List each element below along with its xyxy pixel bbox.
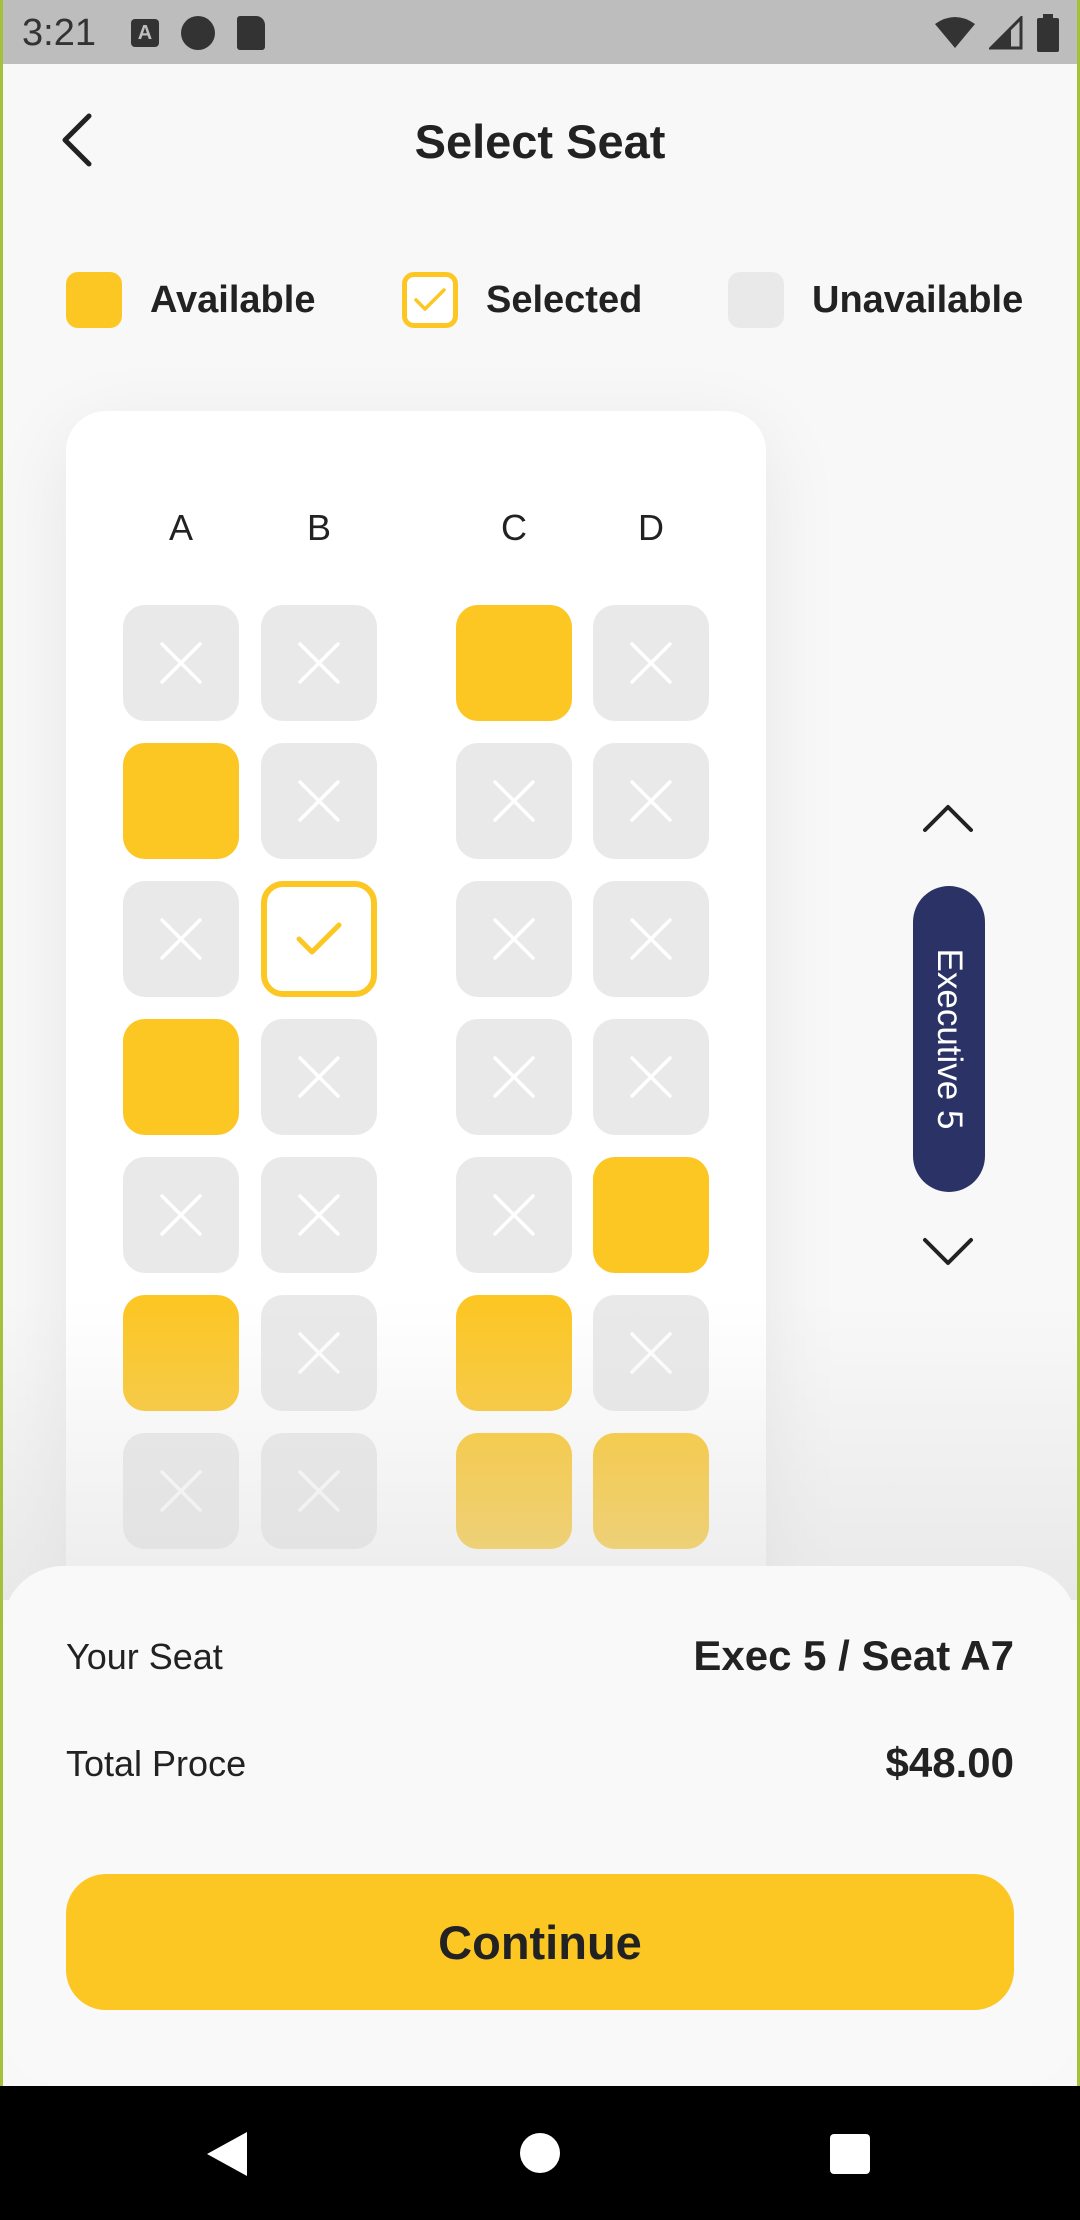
seat-a4[interactable]	[123, 1019, 239, 1135]
x-icon	[298, 642, 340, 684]
coach-up-button[interactable]	[920, 798, 976, 838]
legend-swatch-unavailable	[728, 272, 784, 328]
column-label-a: A	[168, 507, 193, 548]
coach-label: Executive 5	[930, 948, 969, 1130]
column-label-c: C	[501, 507, 527, 548]
seat-map-card: A B C D	[66, 411, 766, 1611]
seat-d4[interactable]	[593, 1019, 709, 1135]
legend-label: Available	[150, 278, 316, 321]
seat-value: Exec 5 / Seat A7	[693, 1632, 1014, 1679]
nav-recents-button[interactable]	[829, 2133, 871, 2180]
seat-b4[interactable]	[261, 1019, 377, 1135]
seat-b2[interactable]	[261, 743, 377, 859]
x-icon	[493, 918, 535, 960]
sd-card-icon	[237, 16, 265, 50]
column-label-b: B	[306, 507, 331, 548]
legend-unavailable: Unavailable	[728, 272, 1023, 328]
nav-back-button[interactable]	[205, 2130, 249, 2183]
x-icon	[493, 1056, 535, 1098]
header: Select Seat	[3, 64, 1077, 224]
coach-pill[interactable]: Executive 5	[913, 886, 985, 1192]
seat-d1[interactable]	[593, 605, 709, 721]
x-icon	[298, 1194, 340, 1236]
column-label-d: D	[638, 507, 664, 548]
continue-button[interactable]: Continue	[66, 1874, 1014, 2010]
seat-b7[interactable]	[261, 1433, 377, 1549]
check-icon	[414, 288, 446, 311]
seat-d7[interactable]	[593, 1433, 709, 1549]
booking-summary-sheet: Your Seat Exec 5 / Seat A7 Total Proce $…	[3, 1566, 1077, 2086]
x-icon	[630, 1332, 672, 1374]
legend-label: Unavailable	[812, 278, 1024, 321]
seat-legend: Available Selected Unavailable	[3, 272, 1077, 332]
seat-c3[interactable]	[456, 881, 572, 997]
wifi-icon	[935, 17, 975, 48]
legend-swatch-selected	[402, 272, 458, 328]
seat-b3[interactable]	[261, 881, 377, 997]
system-nav-bar	[0, 2086, 1080, 2220]
status-bar: 3:21 A	[3, 0, 1077, 64]
circle-app-icon	[181, 16, 215, 50]
x-icon	[298, 1470, 340, 1512]
home-circle-icon	[520, 2133, 560, 2173]
x-icon	[630, 642, 672, 684]
seat-label: Your Seat	[66, 1636, 223, 1677]
chevron-down-icon	[923, 1238, 973, 1265]
x-icon	[630, 1056, 672, 1098]
legend-available: Available	[66, 272, 315, 328]
seat-a2[interactable]	[123, 743, 239, 859]
coach-navigator: Executive 5	[903, 790, 993, 1280]
check-icon	[296, 922, 342, 955]
x-icon	[160, 642, 202, 684]
back-triangle-icon	[207, 2132, 247, 2176]
battery-icon	[1037, 14, 1059, 52]
seat-c6[interactable]	[456, 1295, 572, 1411]
seat-b5[interactable]	[261, 1157, 377, 1273]
x-icon	[160, 1194, 202, 1236]
seat-c5[interactable]	[456, 1157, 572, 1273]
seat-a6[interactable]	[123, 1295, 239, 1411]
legend-selected: Selected	[402, 272, 642, 328]
status-time: 3:21	[22, 12, 96, 54]
seat-c1[interactable]	[456, 605, 572, 721]
seat-a1[interactable]	[123, 605, 239, 721]
seat-a3[interactable]	[123, 881, 239, 997]
seat-a7[interactable]	[123, 1433, 239, 1549]
x-icon	[493, 780, 535, 822]
a-icon: A	[131, 19, 159, 47]
seat-d6[interactable]	[593, 1295, 709, 1411]
page-title: Select Seat	[414, 115, 666, 168]
x-icon	[298, 1056, 340, 1098]
seat-a5[interactable]	[123, 1157, 239, 1273]
nav-home-button[interactable]	[519, 2132, 561, 2179]
seat-c2[interactable]	[456, 743, 572, 859]
signal-icon	[989, 16, 1023, 50]
legend-label: Selected	[486, 278, 643, 321]
x-icon	[493, 1194, 535, 1236]
x-icon	[630, 780, 672, 822]
seat-d3[interactable]	[593, 881, 709, 997]
x-icon	[298, 1332, 340, 1374]
seat-b1[interactable]	[261, 605, 377, 721]
x-icon	[630, 918, 672, 960]
price-value: $48.00	[885, 1739, 1014, 1786]
seat-d2[interactable]	[593, 743, 709, 859]
app-screen: 3:21 A Select Seat Available Selected Un…	[3, 0, 1077, 2086]
recents-square-icon	[830, 2134, 870, 2174]
coach-down-button[interactable]	[920, 1232, 976, 1272]
chevron-up-icon	[923, 805, 973, 832]
seat-d5[interactable]	[593, 1157, 709, 1273]
seat-c7[interactable]	[456, 1433, 572, 1549]
status-left-icons: A	[131, 16, 265, 50]
legend-swatch-available	[66, 272, 122, 328]
x-icon	[160, 918, 202, 960]
status-right-icons	[935, 14, 1059, 52]
price-label: Total Proce	[66, 1743, 247, 1784]
x-icon	[298, 780, 340, 822]
x-icon	[160, 1470, 202, 1512]
seat-c4[interactable]	[456, 1019, 572, 1135]
seat-b6[interactable]	[261, 1295, 377, 1411]
